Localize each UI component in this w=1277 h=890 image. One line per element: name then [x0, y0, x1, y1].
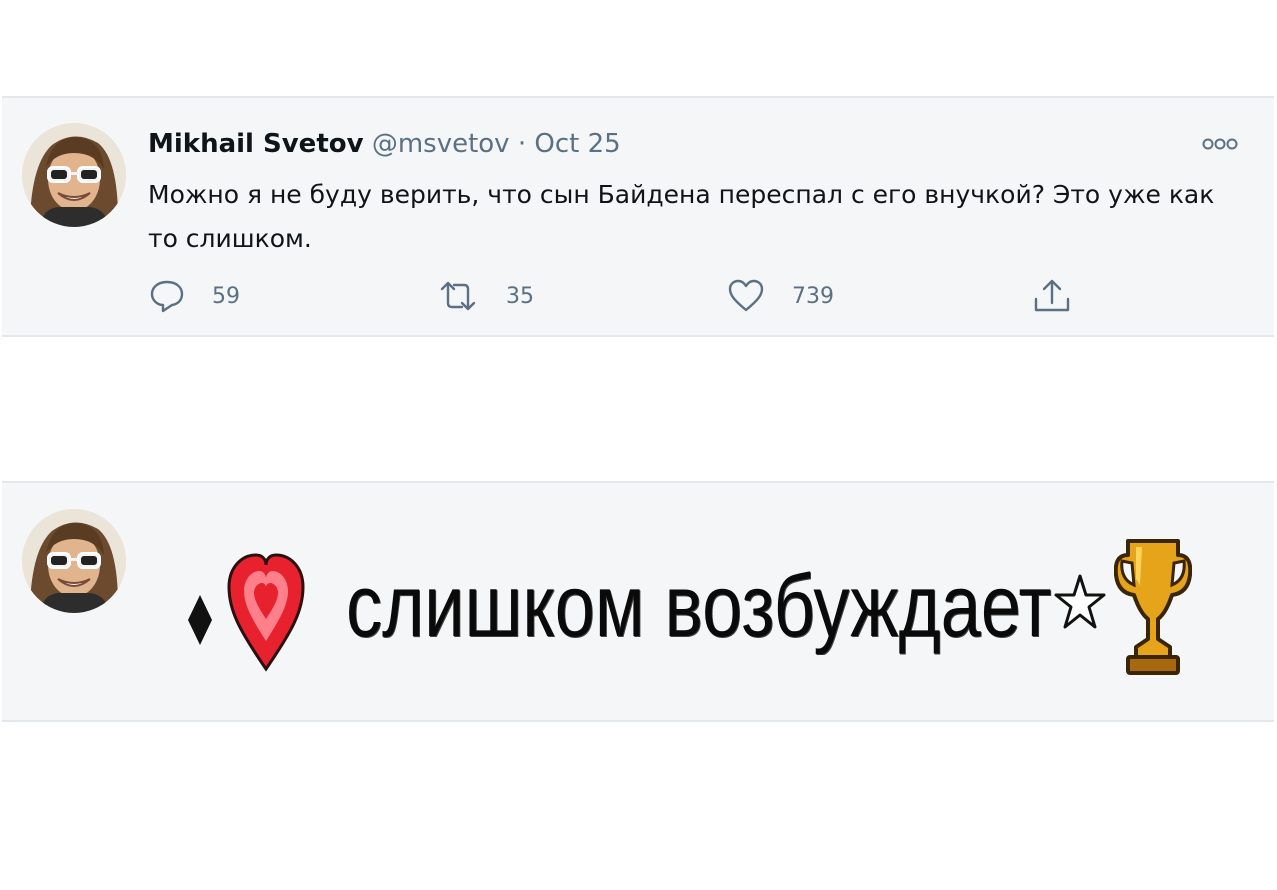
author-handle[interactable]: @msvetov [372, 129, 510, 159]
tweet-card[interactable]: Mikhail Svetov @msvetov · Oct 25 Можно я… [2, 96, 1274, 337]
avatar-image [22, 509, 126, 613]
like-count: 739 [792, 283, 834, 309]
author-name[interactable]: Mikhail Svetov [148, 129, 364, 159]
share-button[interactable] [1032, 276, 1072, 316]
trophy-icon [1114, 539, 1192, 675]
reply-count: 59 [212, 283, 240, 309]
heart-icon [728, 279, 764, 312]
retweet-count: 35 [506, 283, 534, 309]
meme-caption: слишком возбуждает [346, 556, 1052, 655]
reply-button[interactable]: 59 [148, 276, 240, 316]
author-avatar[interactable] [22, 509, 126, 613]
author-avatar[interactable] [22, 123, 126, 227]
meme-card: слишком возбуждает [2, 481, 1274, 722]
tweet-text: Можно я не буду верить, что сын Байдена … [148, 180, 1215, 253]
meme-line: слишком возбуждает [186, 533, 1226, 683]
header-separator: · [517, 129, 527, 159]
heart-icon [227, 553, 305, 672]
share-icon [1034, 279, 1070, 312]
star-icon [1054, 574, 1106, 629]
retweet-button[interactable]: 35 [436, 276, 534, 316]
avatar-image [22, 123, 126, 227]
tweet-date[interactable]: Oct 25 [534, 129, 620, 159]
retweet-icon [440, 281, 476, 311]
tweet-header: Mikhail Svetov @msvetov · Oct 25 [148, 127, 621, 161]
diamond-icon [188, 595, 212, 645]
more-options-icon[interactable] [1200, 134, 1240, 154]
like-button[interactable]: 739 [726, 276, 834, 316]
reply-icon [150, 280, 184, 313]
